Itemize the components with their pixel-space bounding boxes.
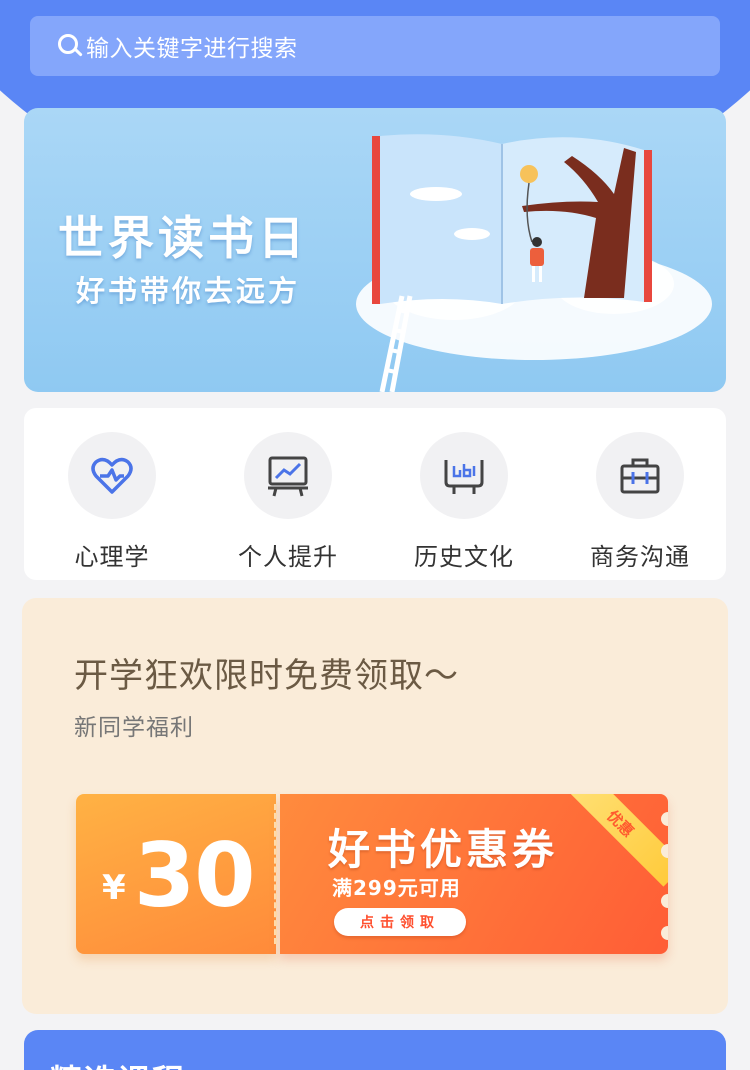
coupon-amount-section: ¥ 30 bbox=[76, 794, 276, 954]
heart-pulse-icon bbox=[91, 457, 133, 494]
category-icon-circle bbox=[420, 432, 508, 519]
history-icon bbox=[444, 459, 484, 494]
category-business-communication[interactable]: 商务沟通 bbox=[552, 432, 728, 572]
category-icon-circle bbox=[244, 432, 332, 519]
featured-courses-section: 精选课程 bbox=[24, 1030, 726, 1070]
coupon-currency: ¥ bbox=[102, 868, 126, 908]
coupon-name: 好书优惠券 bbox=[328, 825, 559, 874]
coupon-notch bbox=[661, 926, 668, 940]
search-bar[interactable]: 输入关键字进行搜索 bbox=[30, 16, 720, 76]
coupon-divider bbox=[274, 804, 277, 944]
coupon-ribbon: 优惠 bbox=[557, 794, 668, 887]
briefcase-icon bbox=[620, 458, 660, 493]
chart-board-icon bbox=[268, 456, 308, 496]
category-label: 个人提升 bbox=[238, 543, 338, 571]
category-label: 历史文化 bbox=[414, 543, 514, 571]
category-label: 心理学 bbox=[74, 543, 150, 571]
promo-title: 开学狂欢限时免费领取～ bbox=[74, 656, 459, 696]
promo-subtitle: 新同学福利 bbox=[74, 715, 194, 741]
coupon-notch bbox=[661, 812, 668, 826]
category-self-improvement[interactable]: 个人提升 bbox=[200, 432, 376, 572]
coupon[interactable]: ¥ 30 优惠 好书优惠券 满299元可用 点击领取 bbox=[76, 794, 676, 958]
banner-title: 世界读书日 bbox=[58, 211, 308, 265]
coupon-detail-section: 优惠 好书优惠券 满299元可用 点击领取 bbox=[280, 794, 668, 954]
promo-card: 开学狂欢限时免费领取～ 新同学福利 ¥ 30 优惠 好书优惠券 满299元可用 … bbox=[22, 598, 728, 1014]
claim-coupon-button[interactable]: 点击领取 bbox=[334, 908, 466, 936]
category-history-culture[interactable]: 历史文化 bbox=[376, 432, 552, 572]
coupon-condition: 满299元可用 bbox=[332, 876, 461, 900]
category-label: 商务沟通 bbox=[590, 543, 690, 571]
category-psychology[interactable]: 心理学 bbox=[24, 432, 200, 572]
category-icon-circle bbox=[596, 432, 684, 519]
coupon-notch bbox=[661, 894, 668, 908]
coupon-amount: 30 bbox=[134, 824, 255, 927]
category-panel: 心理学 个人提升 历史文化 商务沟通 bbox=[24, 408, 726, 580]
category-icon-circle bbox=[68, 432, 156, 519]
banner-subtitle: 好书带你去远方 bbox=[76, 274, 301, 308]
featured-courses-title: 精选课程 bbox=[50, 1056, 186, 1070]
search-icon bbox=[56, 32, 84, 60]
coupon-notch bbox=[661, 844, 668, 858]
banner[interactable]: 世界读书日 好书带你去远方 bbox=[24, 108, 726, 392]
search-placeholder[interactable]: 输入关键字进行搜索 bbox=[86, 29, 298, 63]
